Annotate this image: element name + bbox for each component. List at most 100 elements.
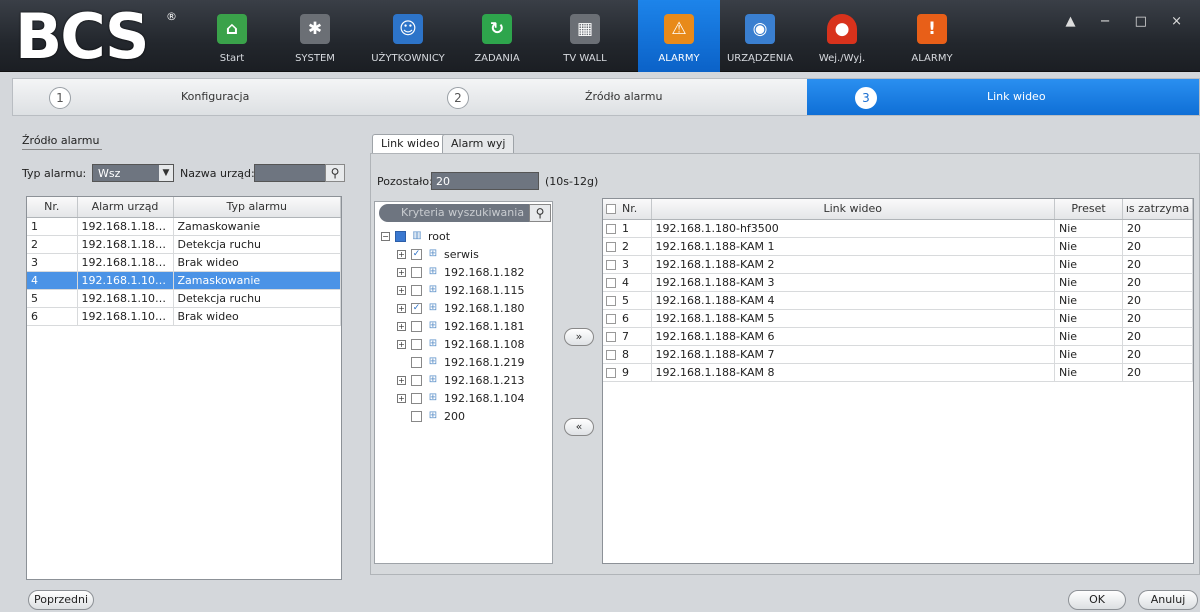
search-icon[interactable]: ⚲ — [529, 204, 551, 222]
tree-checkbox[interactable] — [411, 374, 422, 386]
cell-delay[interactable]: 20 — [1122, 327, 1193, 346]
nav-tasks[interactable]: ↻ ZADANIA — [465, 0, 529, 72]
ok-button[interactable]: OK — [1068, 590, 1126, 610]
search-icon[interactable]: ⚲ — [325, 164, 345, 182]
tree-checkbox[interactable] — [411, 266, 422, 278]
table-row[interactable]: 4 192.168.1.188-KAM 3 Nie 20 — [603, 273, 1193, 292]
tree-node[interactable]: + ⊞ 192.168.1.181 — [397, 318, 524, 334]
row-checkbox[interactable] — [606, 349, 616, 360]
cell-delay[interactable]: 20 — [1122, 309, 1193, 328]
tree-checkbox[interactable] — [411, 410, 422, 422]
column-header-nr[interactable]: Nr. — [603, 199, 652, 220]
row-checkbox[interactable] — [606, 295, 616, 306]
tree-node[interactable]: ⊞ 200 — [411, 408, 465, 424]
cell-delay[interactable]: 20 — [1122, 345, 1193, 364]
table-row[interactable]: 6 192.168.1.188-KAM 5 Nie 20 — [603, 309, 1193, 328]
remove-link-button[interactable]: « — [564, 418, 594, 436]
cell-delay[interactable]: 20 — [1122, 363, 1193, 382]
tree-node[interactable]: + ✓ ⊞ 192.168.1.180 — [397, 300, 524, 316]
tree-checkbox[interactable] — [411, 320, 422, 332]
tree-checkbox[interactable] — [411, 338, 422, 350]
cell-preset[interactable]: Nie — [1054, 363, 1123, 382]
device-name-input[interactable] — [254, 164, 326, 182]
tree-node[interactable]: + ⊞ 192.168.1.213 — [397, 372, 524, 388]
cell-preset[interactable]: Nie — [1054, 237, 1123, 256]
tree-checkbox[interactable] — [411, 392, 422, 404]
expand-icon[interactable]: + — [397, 393, 406, 403]
cell-preset[interactable]: Nie — [1054, 309, 1123, 328]
table-row[interactable]: 8 192.168.1.188-KAM 7 Nie 20 — [603, 345, 1193, 364]
cell-delay[interactable]: 20 — [1122, 291, 1193, 310]
window-controls[interactable]: ▲ − □ × — [1066, 14, 1192, 29]
cell-preset[interactable]: Nie — [1054, 291, 1123, 310]
tree-checkbox[interactable] — [411, 284, 422, 296]
nav-alarms[interactable]: ⚠ ALARMY — [638, 0, 720, 72]
tree-node[interactable]: + ⊞ 192.168.1.115 — [397, 282, 524, 298]
table-row[interactable]: 2 192.168.1.188-KAM 1 Nie 20 — [603, 237, 1193, 256]
expand-icon[interactable]: + — [397, 321, 406, 331]
cell-preset[interactable]: Nie — [1054, 327, 1123, 346]
expand-icon[interactable]: + — [397, 267, 406, 277]
tree-checkbox[interactable] — [411, 356, 422, 368]
select-all-checkbox[interactable] — [606, 204, 616, 215]
cell-delay[interactable]: 20 — [1122, 255, 1193, 274]
table-row[interactable]: 7 192.168.1.188-KAM 6 Nie 20 — [603, 327, 1193, 346]
expand-icon[interactable]: + — [397, 303, 406, 313]
column-header-alarm-type[interactable]: Typ alarmu — [173, 197, 341, 218]
cell-delay[interactable]: 20 — [1122, 219, 1193, 238]
tab-video-link[interactable]: Link wideo — [372, 134, 449, 154]
tree-node[interactable]: + ✓ ⊞ serwis — [397, 246, 479, 262]
remaining-input[interactable]: 20 — [431, 172, 539, 190]
row-checkbox[interactable] — [606, 313, 616, 324]
expand-icon[interactable]: + — [397, 249, 406, 259]
table-row[interactable]: 2 192.168.1.181-... Detekcja ruchu — [27, 235, 341, 254]
row-checkbox[interactable] — [606, 223, 616, 234]
column-header-delay[interactable]: ıs zatrzyma — [1122, 199, 1193, 220]
step-video-link[interactable]: 3 Link wideo — [807, 79, 1199, 115]
table-row[interactable]: 5 192.168.1.108-... Detekcja ruchu — [27, 289, 341, 308]
tree-checkbox-checked[interactable]: ✓ — [411, 302, 422, 314]
cell-preset[interactable]: Nie — [1054, 345, 1123, 364]
add-link-button[interactable]: » — [564, 328, 594, 346]
tree-checkbox-checked[interactable]: ✓ — [411, 248, 422, 260]
row-checkbox[interactable] — [606, 367, 616, 378]
cell-preset[interactable]: Nie — [1054, 273, 1123, 292]
row-checkbox[interactable] — [606, 259, 616, 270]
tree-node[interactable]: + ⊞ 192.168.1.182 — [397, 264, 524, 280]
nav-alarms-2[interactable]: ! ALARMY — [900, 0, 964, 72]
column-header-preset[interactable]: Preset — [1054, 199, 1123, 220]
nav-system[interactable]: ✱ SYSTEM — [283, 0, 347, 72]
tree-node-root[interactable]: − ▥ root — [381, 228, 450, 244]
step-alarm-source[interactable]: 2 Źródło alarmu — [409, 79, 807, 115]
table-row[interactable]: 1 192.168.1.180-hf3500 Nie 20 — [603, 219, 1193, 238]
cell-delay[interactable]: 20 — [1122, 273, 1193, 292]
row-checkbox[interactable] — [606, 241, 616, 252]
cell-delay[interactable]: 20 — [1122, 237, 1193, 256]
expand-icon[interactable]: + — [397, 339, 406, 349]
row-checkbox[interactable] — [606, 331, 616, 342]
collapse-icon[interactable]: − — [381, 231, 390, 241]
column-header-video-link[interactable]: Link wideo — [651, 199, 1055, 220]
cell-preset[interactable]: Nie — [1054, 255, 1123, 274]
row-checkbox[interactable] — [606, 277, 616, 288]
step-configuration[interactable]: 1 Konfiguracja — [13, 79, 409, 115]
table-row-selected[interactable]: 4 192.168.1.108-... Zamaskowanie — [27, 271, 341, 290]
table-row[interactable]: 1 192.168.1.181-... Zamaskowanie — [27, 217, 341, 236]
cell-preset[interactable]: Nie — [1054, 219, 1123, 238]
tree-node[interactable]: + ⊞ 192.168.1.104 — [397, 390, 524, 406]
table-row[interactable]: 6 192.168.1.108-... Brak wideo — [27, 307, 341, 326]
tree-checkbox[interactable] — [395, 230, 406, 242]
nav-tv-wall[interactable]: ▦ TV WALL — [553, 0, 617, 72]
alarm-type-select[interactable]: Wsz ▼ — [92, 164, 174, 182]
column-header-nr[interactable]: Nr. — [27, 197, 78, 218]
tree-node[interactable]: ⊞ 192.168.1.219 — [411, 354, 524, 370]
cancel-button[interactable]: Anuluj — [1138, 590, 1198, 610]
expand-icon[interactable]: + — [397, 375, 406, 385]
table-row[interactable]: 5 192.168.1.188-KAM 4 Nie 20 — [603, 291, 1193, 310]
nav-io[interactable]: ● Wej./Wyj. — [810, 0, 874, 72]
nav-devices[interactable]: ◉ URZĄDZENIA — [727, 0, 793, 72]
tab-alarm-output[interactable]: Alarm wyj — [442, 134, 515, 154]
column-header-alarm-device[interactable]: Alarm urząd — [77, 197, 174, 218]
tree-search-input[interactable]: Kryteria wyszukiwania — [379, 204, 529, 222]
expand-icon[interactable]: + — [397, 285, 406, 295]
